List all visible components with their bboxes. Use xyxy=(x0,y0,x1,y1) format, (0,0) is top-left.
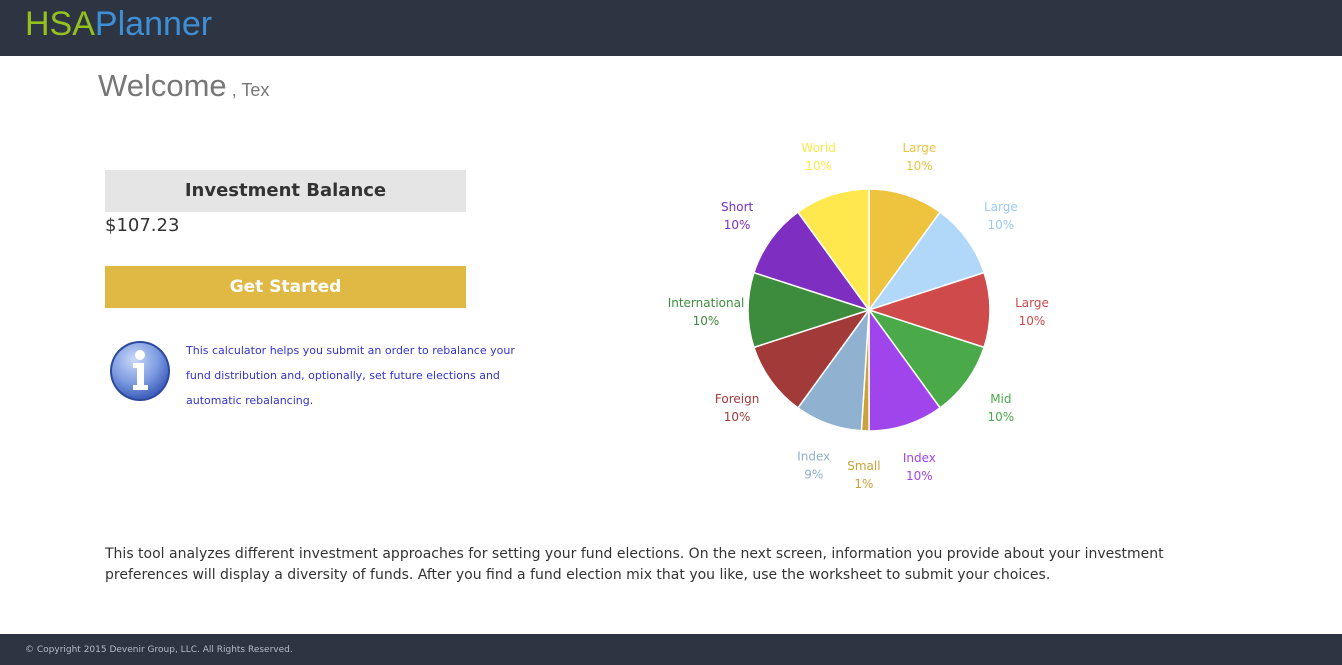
pie-pct-label-6: 9% xyxy=(804,467,823,481)
pie-label-8: International xyxy=(668,296,745,310)
fund-allocation-pie-chart: Large 10% Large 10% Large 10% Mid 10% Index 10% Sm… xyxy=(668,141,1049,491)
logo-part-hsa: HSA xyxy=(25,5,95,43)
pie-label-10: World xyxy=(801,141,835,155)
pie-label-6: Index xyxy=(797,449,830,463)
pie-label-1: Large xyxy=(984,200,1018,214)
tool-description: This tool analyzes different investment … xyxy=(105,546,1164,583)
pie-pct-label-4: 10% xyxy=(906,469,933,483)
get-started-button[interactable]: Get Started xyxy=(105,266,466,308)
info-description: This calculator helps you submit an orde… xyxy=(186,344,515,407)
pie-label-2: Large xyxy=(1015,296,1049,310)
pie-pct-label-3: 10% xyxy=(988,410,1015,424)
pie-label-9: Short xyxy=(721,200,753,214)
pie-pct-label-7: 10% xyxy=(724,410,751,424)
investment-balance-value: $107.23 xyxy=(105,215,180,236)
app-logo[interactable]: HSAPlanner xyxy=(25,5,212,44)
pie-label-7: Foreign xyxy=(715,392,759,406)
pie-label-5: Small xyxy=(847,459,880,473)
pie-pct-label-5: 1% xyxy=(854,477,873,491)
pie-pct-label-1: 10% xyxy=(988,218,1015,232)
pie-label-4: Index xyxy=(903,451,936,465)
pie-pct-label-10: 10% xyxy=(805,159,832,173)
copyright-text: © Copyright 2015 Devenir Group, LLC. All… xyxy=(25,645,293,655)
pie-pct-label-2: 10% xyxy=(1019,314,1046,328)
footer: © Copyright 2015 Devenir Group, LLC. All… xyxy=(0,634,1342,665)
investment-balance-heading: Investment Balance xyxy=(105,170,466,212)
welcome-heading: Welcome , Tex xyxy=(98,68,269,104)
pie-label-0: Large xyxy=(902,141,936,155)
welcome-title: Welcome xyxy=(98,68,227,103)
pie-pct-label-9: 10% xyxy=(724,218,751,232)
welcome-username: , Tex xyxy=(231,80,270,100)
top-nav-bar: HSAPlanner xyxy=(0,0,1342,56)
info-icon xyxy=(108,339,172,403)
logo-part-planner: Planner xyxy=(94,5,213,43)
pie-label-3: Mid xyxy=(990,392,1011,406)
pie-pct-label-8: 10% xyxy=(693,314,720,328)
pie-pct-label-0: 10% xyxy=(906,159,933,173)
